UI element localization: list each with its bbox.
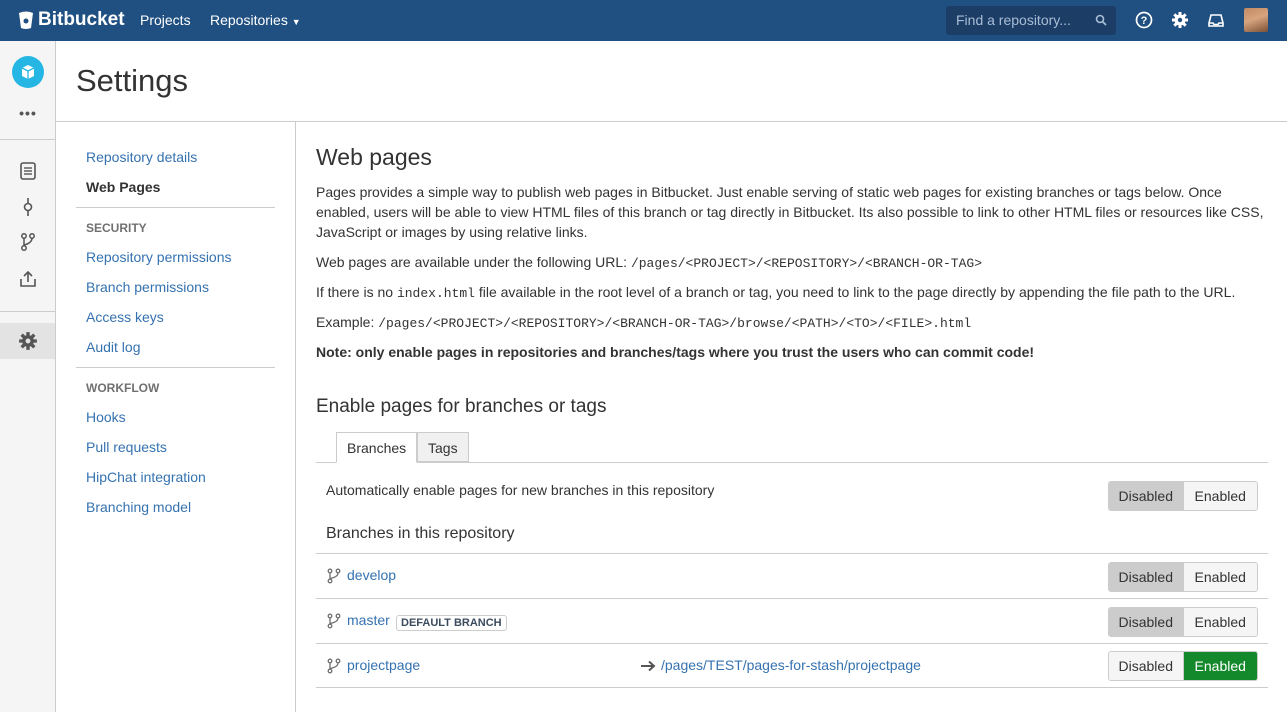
- brand-name: Bitbucket: [38, 9, 125, 30]
- nav-access-keys[interactable]: Access keys: [86, 309, 164, 325]
- disabled-option[interactable]: Disabled: [1109, 482, 1184, 510]
- sidebar-divider: [0, 311, 55, 312]
- bitbucket-logo[interactable]: Bitbucket: [18, 9, 125, 31]
- branch-row: develop Disabled Enabled: [316, 553, 1268, 598]
- tab-branches[interactable]: Branches: [336, 432, 417, 463]
- branch-name[interactable]: develop: [347, 567, 396, 583]
- more-icon[interactable]: •••: [18, 105, 38, 125]
- nav-branch-permissions[interactable]: Branch permissions: [86, 279, 209, 295]
- nav-projects[interactable]: Projects: [140, 12, 191, 28]
- page-header: Settings: [56, 41, 1287, 122]
- nav-hooks[interactable]: Hooks: [86, 409, 126, 425]
- enabled-option[interactable]: Enabled: [1183, 482, 1257, 510]
- search-icon: [1095, 14, 1107, 26]
- settings-navigation: Repository details Web Pages SECURITY Re…: [56, 122, 296, 712]
- branch-name[interactable]: projectpage: [347, 657, 420, 673]
- index-info: If there is no index.html file available…: [316, 284, 1236, 301]
- enabled-option[interactable]: Enabled: [1183, 608, 1257, 636]
- disabled-option[interactable]: Disabled: [1109, 563, 1184, 591]
- trust-note: Note: only enable pages in repositories …: [316, 344, 1035, 360]
- enabled-option[interactable]: Enabled: [1183, 563, 1257, 591]
- page-title: Settings: [76, 63, 189, 98]
- commits-icon[interactable]: [18, 197, 38, 217]
- nav-repository-permissions[interactable]: Repository permissions: [86, 249, 232, 265]
- enabled-option[interactable]: Enabled: [1183, 652, 1257, 680]
- search-input[interactable]: Find a repository...: [946, 6, 1116, 35]
- url-pattern: /pages/<PROJECT>/<REPOSITORY>/<BRANCH-OR…: [630, 256, 982, 271]
- nav-repository-details[interactable]: Repository details: [86, 149, 197, 165]
- branches-icon[interactable]: [18, 232, 38, 252]
- example-pattern: /pages/<PROJECT>/<REPOSITORY>/<BRANCH-OR…: [378, 316, 972, 331]
- arrow-right-icon: [641, 660, 656, 672]
- top-navigation-bar: Bitbucket Projects Repositories ▼ Find a…: [0, 0, 1287, 41]
- security-heading: SECURITY: [86, 221, 147, 235]
- tabs-baseline: [316, 462, 1268, 463]
- settings-icon: [19, 332, 37, 350]
- sidebar-divider: [0, 139, 55, 140]
- chevron-down-icon: ▼: [291, 17, 301, 27]
- branch-name[interactable]: master: [347, 612, 390, 628]
- nav-audit-log[interactable]: Audit log: [86, 339, 140, 355]
- pull-requests-icon[interactable]: [18, 269, 38, 289]
- user-avatar[interactable]: [1244, 8, 1268, 32]
- nav-web-pages[interactable]: Web Pages: [86, 179, 160, 195]
- project-sidebar: •••: [0, 41, 56, 712]
- intro-text: Pages provides a simple way to publish w…: [316, 184, 1264, 240]
- nav-hipchat-integration[interactable]: HipChat integration: [86, 469, 206, 485]
- sidebar-settings-active[interactable]: [0, 323, 55, 359]
- enable-pages-heading: Enable pages for branches or tags: [316, 396, 607, 417]
- index-filename: index.html: [396, 286, 475, 301]
- help-icon[interactable]: ?: [1135, 11, 1153, 29]
- branch-row: projectpage /pages/TEST/pages-for-stash/…: [316, 643, 1268, 688]
- source-icon[interactable]: [18, 161, 38, 181]
- section-title: Web pages: [316, 144, 432, 170]
- pages-link[interactable]: /pages/TEST/pages-for-stash/projectpage: [661, 657, 921, 673]
- branches-heading: Branches in this repository: [326, 525, 515, 542]
- url-info: Web pages are available under the follow…: [316, 254, 982, 271]
- nav-pull-requests[interactable]: Pull requests: [86, 439, 167, 455]
- notifications-icon[interactable]: [1207, 11, 1225, 29]
- branch-icon: [327, 658, 341, 674]
- branch-toggle: Disabled Enabled: [1108, 651, 1258, 681]
- project-avatar-icon[interactable]: [12, 56, 44, 88]
- cube-icon: [21, 65, 35, 79]
- nav-divider: [76, 207, 275, 208]
- branch-icon: [327, 568, 341, 584]
- branch-toggle: Disabled Enabled: [1108, 607, 1258, 637]
- default-branch-badge: DEFAULT BRANCH: [396, 615, 507, 631]
- disabled-option[interactable]: Disabled: [1109, 608, 1184, 636]
- example-info: Example: /pages/<PROJECT>/<REPOSITORY>/<…: [316, 314, 972, 331]
- auto-enable-label: Automatically enable pages for new branc…: [326, 482, 715, 498]
- nav-divider: [76, 367, 275, 368]
- auto-enable-toggle: Disabled Enabled: [1108, 481, 1258, 511]
- branch-icon: [327, 613, 341, 629]
- bucket-icon: [19, 11, 33, 29]
- workflow-heading: WORKFLOW: [86, 381, 160, 395]
- gear-icon[interactable]: [1171, 11, 1189, 29]
- nav-branching-model[interactable]: Branching model: [86, 499, 191, 515]
- branch-row: master DEFAULT BRANCH Disabled Enabled: [316, 598, 1268, 643]
- tab-tags[interactable]: Tags: [417, 432, 469, 462]
- nav-repositories[interactable]: Repositories ▼: [210, 12, 301, 28]
- svg-text:?: ?: [1141, 15, 1148, 27]
- branch-toggle: Disabled Enabled: [1108, 562, 1258, 592]
- disabled-option[interactable]: Disabled: [1109, 652, 1184, 680]
